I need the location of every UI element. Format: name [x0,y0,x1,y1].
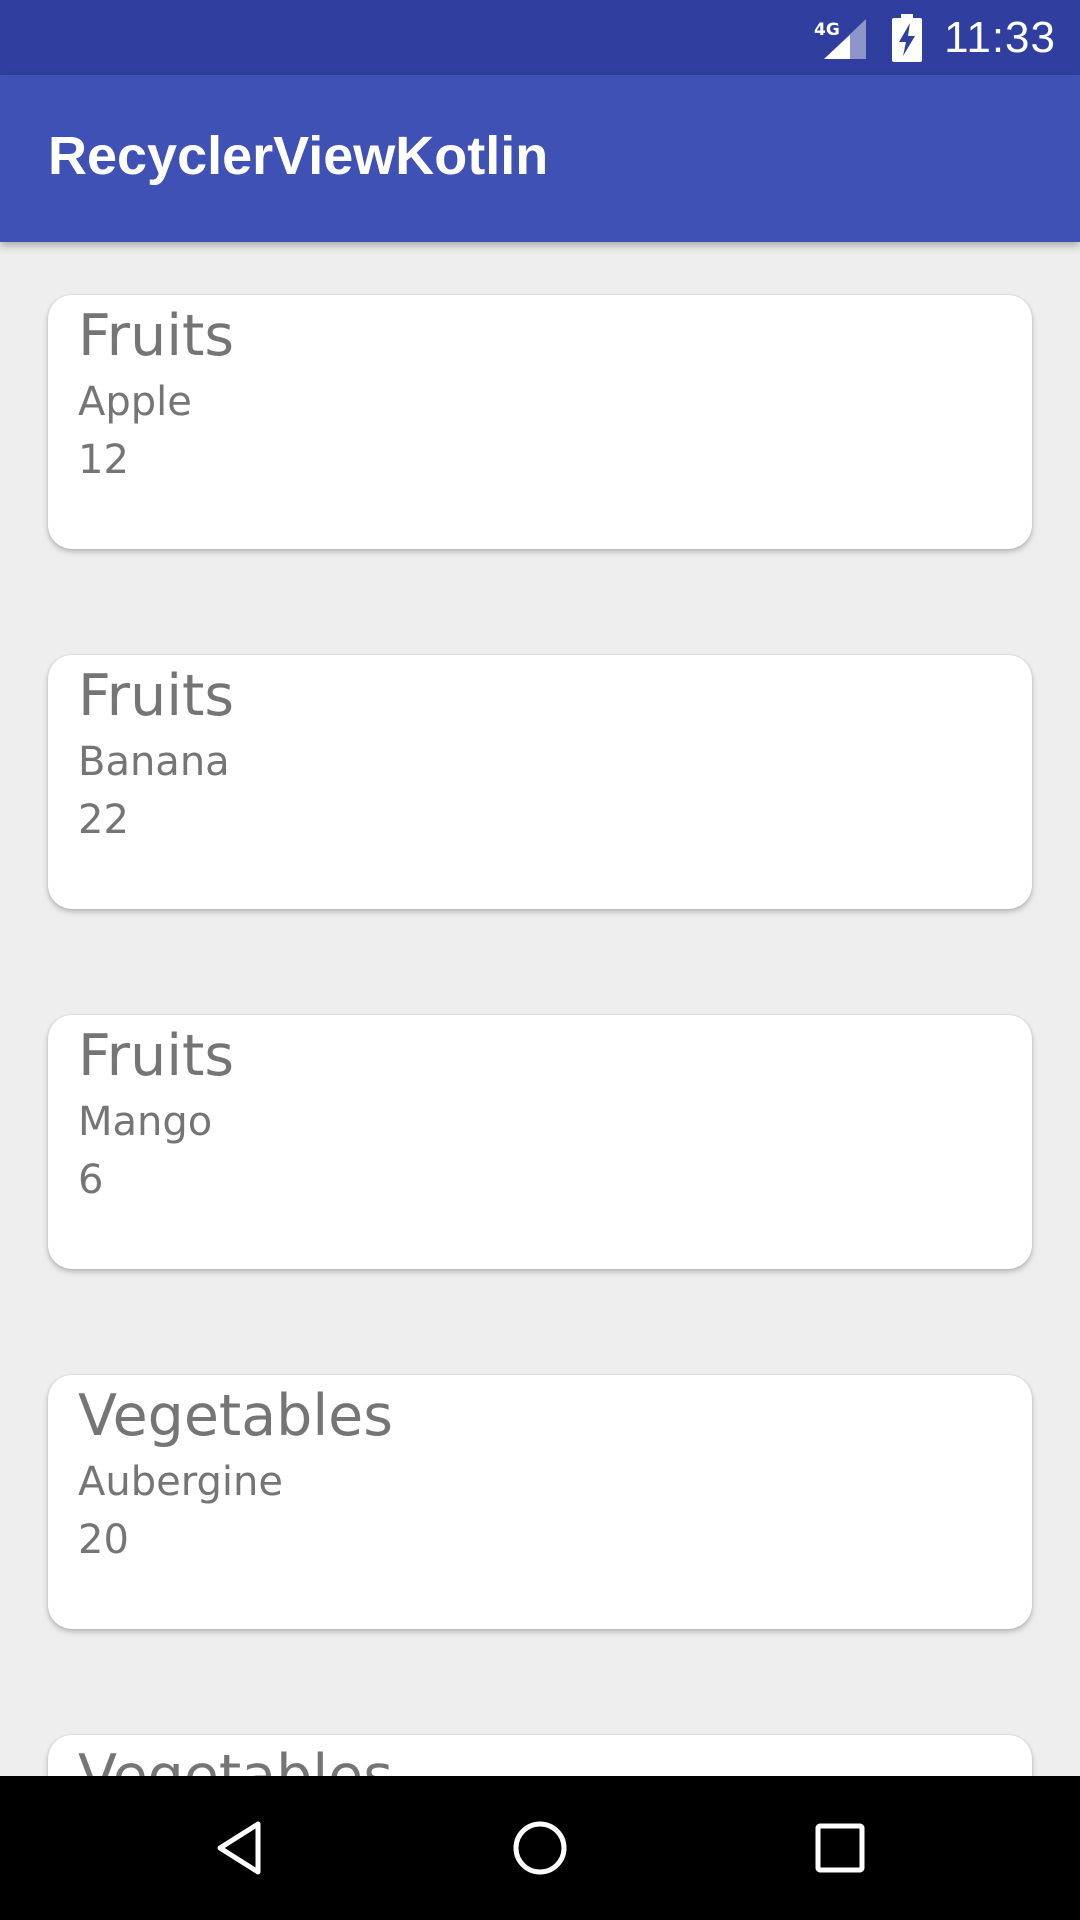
item-count: 12 [78,437,129,483]
app-title: RecyclerViewKotlin [48,126,549,186]
cellular-signal-icon: 4G [814,18,867,59]
item-count: 20 [78,1517,129,1563]
navigation-bar [0,1776,1080,1920]
battery-charging-icon [892,13,923,62]
item-category: Vegetables [78,1743,393,1776]
item-category: Fruits [78,663,235,729]
list-item-card[interactable]: Fruits Banana 22 [48,655,1032,909]
item-name: Aubergine [78,1459,283,1505]
back-icon [217,1821,261,1875]
list-item-card[interactable]: Fruits Apple 12 [48,295,1032,549]
back-button[interactable] [190,1798,290,1898]
recycler-list[interactable]: Fruits Apple 12 Fruits Banana 22 Fruits … [0,242,1080,1776]
recents-icon [815,1823,865,1873]
item-name: Banana [78,739,230,785]
item-category: Vegetables [78,1383,393,1449]
item-count: 22 [78,797,129,843]
status-time: 11:33 [944,12,1056,62]
item-name: Mango [78,1099,213,1145]
home-button[interactable] [490,1798,590,1898]
app-bar: RecyclerViewKotlin [0,75,1080,242]
list-item-card[interactable]: Vegetables [48,1735,1032,1776]
status-icons: 4G 11:33 [814,0,1056,75]
network-type-label: 4G [814,20,840,40]
list-item-card[interactable]: Fruits Mango 6 [48,1015,1032,1269]
item-category: Fruits [78,303,235,369]
status-bar: 4G 11:33 [0,0,1080,75]
list-item-card[interactable]: Vegetables Aubergine 20 [48,1375,1032,1629]
recents-button[interactable] [790,1798,890,1898]
item-count: 6 [78,1157,104,1203]
item-name: Apple [78,379,192,425]
item-category: Fruits [78,1023,235,1089]
home-icon [513,1821,567,1875]
